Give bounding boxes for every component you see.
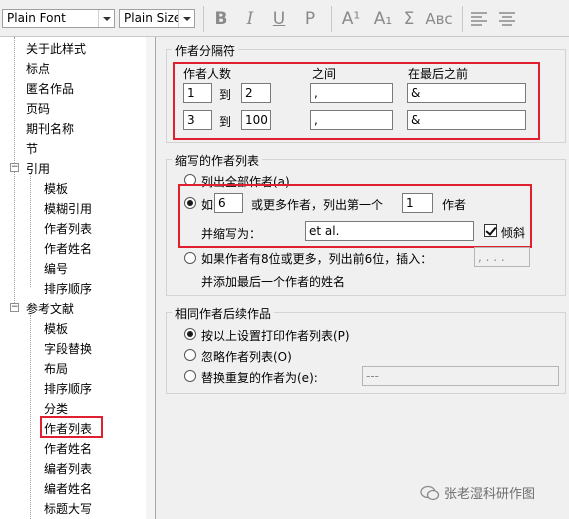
abbreviated-list-title: 缩写的作者列表	[172, 152, 263, 169]
or-more-label: 或更多作者，列出第一个	[251, 198, 384, 212]
italic-checkbox[interactable]	[484, 224, 497, 237]
tree-item-numbering[interactable]: 编号	[44, 260, 68, 277]
tree-item-cite-templates[interactable]: 模板	[44, 180, 68, 197]
tree-item-sections[interactable]: 节	[26, 140, 38, 157]
author-separators-title: 作者分隔符	[172, 42, 239, 59]
to-label: 到	[219, 115, 232, 129]
tree-item-bibliography[interactable]: 参考文献	[26, 300, 74, 317]
tree-item-ambiguous[interactable]: 模糊引用	[44, 200, 92, 217]
tree-item-categories[interactable]: 分类	[44, 400, 68, 417]
watermark-text: 张老湿科研作图	[444, 487, 536, 502]
tree-item-title-caps[interactable]: 标题大写	[44, 500, 92, 517]
symbol-button[interactable]: Σ	[398, 8, 420, 30]
tree-item-about[interactable]: 关于此样式	[26, 40, 86, 57]
smallcaps-button[interactable]: Aʙᴄ	[423, 8, 455, 30]
between-header: 之间	[312, 67, 337, 81]
tree-scrollbar[interactable]	[146, 37, 155, 519]
toolbar-divider	[203, 6, 204, 32]
chevron-down-icon[interactable]	[98, 10, 114, 27]
subsequent-works-title: 相同作者后续作品	[172, 305, 275, 322]
collapse-icon[interactable]: −	[10, 163, 19, 172]
tree-item-bib-author-names[interactable]: 作者姓名	[44, 440, 92, 457]
author-lists-panel: 作者分隔符 作者人数 之间 在最后之前 1 到 2 , & 3 到 100 , …	[156, 37, 569, 519]
sep-row1-to-input[interactable]: 2	[241, 83, 271, 103]
toolbar-divider	[462, 6, 463, 32]
tree-item-layout[interactable]: 布局	[44, 360, 68, 377]
toolbar-divider	[331, 6, 332, 32]
tree-item-bib-templates[interactable]: 模板	[44, 320, 68, 337]
replace-repeated-radio[interactable]	[184, 370, 196, 382]
abbreviate-as-label: 并缩写为：	[201, 227, 262, 241]
authors-label: 作者	[442, 198, 467, 212]
to-label: 到	[219, 88, 232, 102]
sep-row2-from-input[interactable]: 3	[183, 110, 212, 130]
underline-button[interactable]: U	[268, 8, 290, 30]
print-list-radio[interactable]	[184, 328, 196, 340]
tree-connector	[14, 37, 15, 307]
tree-item-anonymous[interactable]: 匿名作品	[26, 80, 74, 97]
superscript-button[interactable]: A¹	[337, 8, 365, 30]
if-more-radio[interactable]	[184, 197, 196, 209]
subscript-button[interactable]: A₁	[369, 8, 397, 30]
sep-row2-before-last-input[interactable]: &	[407, 110, 526, 130]
ignore-list-label: 忽略作者列表(O)	[201, 350, 292, 364]
tree-item-journal-names[interactable]: 期刊名称	[26, 120, 74, 137]
sep-row1-before-last-input[interactable]: &	[407, 83, 526, 103]
ignore-list-radio[interactable]	[184, 349, 196, 361]
before-last-header: 在最后之前	[408, 67, 469, 81]
tree-item-page-numbers[interactable]: 页码	[26, 100, 50, 117]
insert-value-input[interactable]: , . . .	[474, 247, 530, 267]
watermark: 张老湿科研作图	[420, 483, 535, 505]
list-all-radio[interactable]	[184, 174, 196, 186]
tree-item-punctuation[interactable]: 标点	[26, 60, 50, 77]
if-eight-label: 如果作者有8位或更多，列出前6位，插入：	[201, 252, 433, 266]
italic-label: 倾斜	[501, 226, 526, 240]
tree-connector	[30, 315, 31, 519]
print-list-label: 按以上设置打印作者列表(P)	[201, 329, 350, 343]
tree-item-citations[interactable]: 引用	[26, 160, 50, 177]
replace-with-input[interactable]: ---	[362, 366, 559, 386]
align-center-icon[interactable]	[498, 11, 516, 27]
format-toolbar: Plain Font Plain Size B I U P A¹ A₁ Σ Aʙ…	[0, 0, 569, 37]
collapse-icon[interactable]: −	[10, 303, 19, 312]
sep-row1-between-input[interactable]: ,	[310, 83, 393, 103]
first-count-input[interactable]: 1	[402, 193, 433, 213]
if-count-input[interactable]: 6	[214, 193, 243, 213]
sep-row2-between-input[interactable]: ,	[310, 110, 393, 130]
italic-button[interactable]: I	[239, 8, 261, 30]
wechat-icon	[420, 485, 440, 505]
size-select-value: Plain Size	[124, 11, 182, 25]
sep-row2-to-input[interactable]: 100	[241, 110, 271, 130]
bold-button[interactable]: B	[210, 8, 232, 30]
tree-item-cite-author-lists[interactable]: 作者列表	[44, 220, 92, 237]
tree-connector	[30, 174, 31, 287]
size-select[interactable]: Plain Size	[119, 9, 195, 28]
tree-item-bib-sort[interactable]: 排序顺序	[44, 380, 92, 397]
align-left-icon[interactable]	[470, 11, 488, 27]
replace-repeated-label: 替换重复的作者为(e):	[201, 371, 318, 385]
style-section-tree: − − 关于此样式 标点 匿名作品 页码 期刊名称 节 引用 模板 模糊引用 作…	[0, 37, 156, 519]
tree-item-cite-author-names[interactable]: 作者姓名	[44, 240, 92, 257]
list-all-label: 列出全部作者(a)	[201, 175, 290, 189]
add-last-label: 并添加最后一个作者的姓名	[201, 275, 346, 289]
plain-button[interactable]: P	[299, 8, 321, 30]
tree-item-bib-author-lists[interactable]: 作者列表	[44, 420, 92, 437]
tree-item-cite-sort[interactable]: 排序顺序	[44, 280, 92, 297]
abbreviate-as-input[interactable]: et al.	[305, 221, 474, 241]
author-count-header: 作者人数	[183, 67, 232, 81]
tree-item-editor-lists[interactable]: 编者列表	[44, 460, 92, 477]
tree-item-field-subs[interactable]: 字段替换	[44, 340, 92, 357]
chevron-down-icon[interactable]	[178, 10, 194, 27]
font-select[interactable]: Plain Font	[2, 9, 115, 28]
sep-row1-from-input[interactable]: 1	[183, 83, 212, 103]
if-eight-radio[interactable]	[184, 252, 196, 264]
font-select-value: Plain Font	[7, 11, 66, 25]
tree-item-editor-names[interactable]: 编者姓名	[44, 480, 92, 497]
